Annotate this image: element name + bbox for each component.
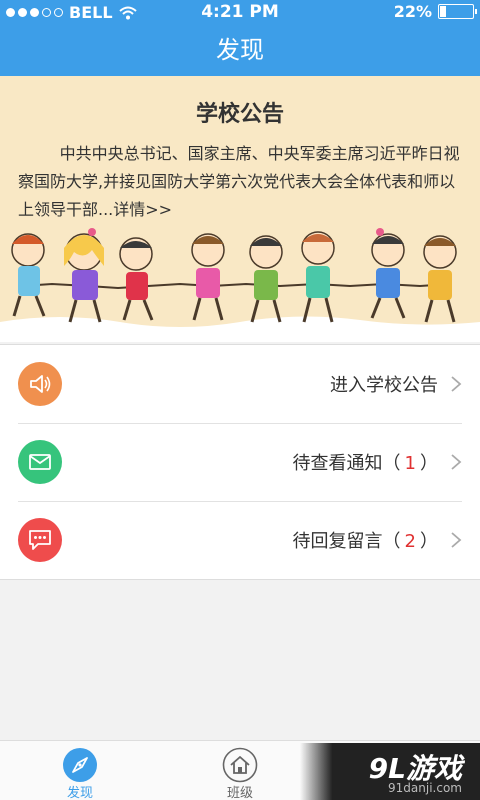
tab-class[interactable]: 班级: [160, 741, 320, 800]
chevron-right-icon: [451, 532, 462, 548]
menu-list: 进入学校公告 待查看通知（ 1） 待回复留言（ 2）: [0, 344, 480, 580]
watermark-logo: 9L游戏 91danji.com: [300, 743, 480, 800]
children-illustration: [0, 228, 480, 342]
tab-discover-label: 发现: [66, 786, 93, 800]
tab-discover[interactable]: 发现: [0, 741, 160, 800]
notice-text[interactable]: 中共中央总书记、国家主席、中央军委主席习近平昨日视察国防大学,并接见国防大学第六…: [18, 140, 466, 224]
notice-title: 学校公告: [195, 102, 284, 127]
battery-icon: [438, 4, 477, 19]
tab-class-label: 班级: [226, 786, 253, 800]
speaker-icon: [18, 362, 62, 406]
pending-notifications-row[interactable]: 待查看通知（ 1）: [0, 423, 480, 501]
status-bar: BELL 4:21 PM 22%: [0, 0, 480, 24]
mail-icon: [18, 440, 62, 484]
notification-count: 1: [404, 453, 416, 474]
chevron-right-icon: [451, 454, 462, 470]
message-count: 2: [404, 531, 416, 552]
school-notice-banner[interactable]: 学校公告 中共中央总书记、国家主席、中央军委主席习近平昨日视察国防大学,并接见国…: [0, 76, 480, 342]
home-icon: [222, 747, 258, 783]
watermark-site: 91danji.com: [388, 781, 462, 795]
enter-announcement-row[interactable]: 进入学校公告: [0, 345, 480, 423]
chevron-right-icon: [451, 376, 462, 392]
pending-messages-label: 待回复留言（ 2）: [292, 531, 438, 552]
pending-messages-row[interactable]: 待回复留言（ 2）: [0, 501, 480, 579]
battery-percent: 22%: [393, 2, 432, 21]
pending-notifications-label: 待查看通知（ 1）: [292, 453, 438, 474]
compass-icon: [63, 748, 97, 782]
page-title: 发现: [0, 24, 480, 76]
chat-icon: [18, 518, 62, 562]
enter-announcement-label: 进入学校公告: [330, 375, 438, 396]
